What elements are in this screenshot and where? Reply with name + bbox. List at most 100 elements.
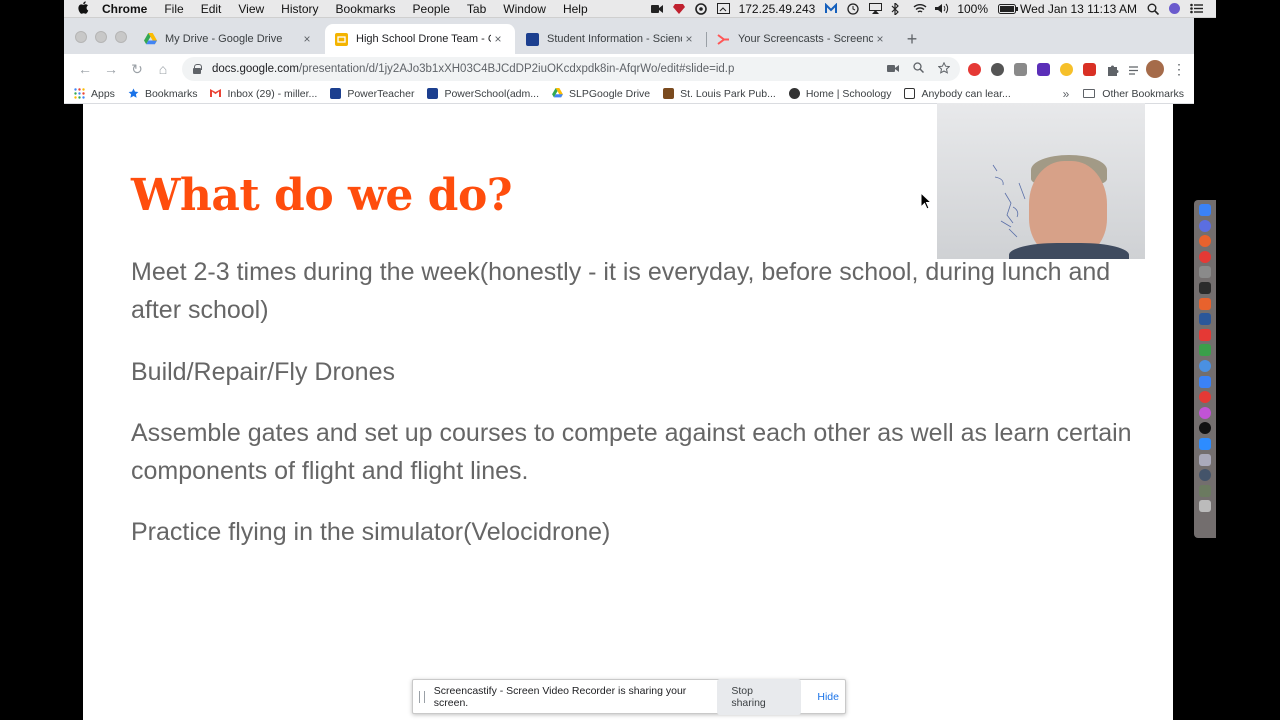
lock-icon[interactable] (192, 64, 202, 74)
chrome-icon[interactable] (1199, 250, 1211, 263)
spotlight-search-icon[interactable] (1147, 3, 1160, 16)
extensions-area (968, 62, 1142, 76)
bluetooth-icon[interactable] (891, 1, 903, 17)
zoom-window-button[interactable] (115, 31, 127, 43)
menu-people[interactable]: People (413, 2, 450, 16)
safari-icon[interactable] (1199, 359, 1211, 372)
app-icon[interactable] (1199, 422, 1211, 435)
bookmark-powerschool[interactable]: PowerSchool(adm... (427, 88, 539, 100)
bookmark-inbox[interactable]: Inbox (29) - miller... (210, 88, 317, 100)
downloads-icon[interactable] (1199, 484, 1211, 497)
lastpass-icon[interactable] (672, 3, 685, 14)
app-store-icon[interactable] (1199, 375, 1211, 388)
tab-your-screencasts[interactable]: Your Screencasts - Screencasti × (706, 24, 897, 54)
drag-handle-icon[interactable] (419, 690, 425, 703)
minecraft-icon[interactable] (1199, 344, 1211, 357)
extension-circle-icon[interactable] (991, 62, 1004, 76)
menu-history[interactable]: History (281, 2, 318, 16)
malwarebytes-icon[interactable] (825, 2, 838, 14)
office-icon[interactable] (1199, 297, 1211, 310)
bookmark-schoology[interactable]: Home | Schoology (788, 88, 891, 100)
screenshot-app-icon[interactable] (1199, 469, 1211, 482)
whiteboard-scribbles (992, 164, 1026, 238)
extensions-puzzle-icon[interactable] (1106, 63, 1119, 76)
profile-avatar[interactable] (1146, 60, 1164, 78)
wifi-icon[interactable] (913, 3, 927, 14)
extension-c-icon[interactable] (1037, 62, 1050, 76)
menu-tab[interactable]: Tab (467, 2, 486, 16)
bookmark-powerteacher[interactable]: PowerTeacher (330, 88, 414, 100)
illustrator-icon[interactable] (1199, 281, 1211, 294)
trash-icon[interactable] (1199, 500, 1211, 513)
extension-media-icon[interactable] (1083, 62, 1096, 76)
notification-center-icon[interactable] (1190, 3, 1203, 14)
video-camera-icon[interactable] (650, 3, 663, 14)
minimize-window-button[interactable] (95, 31, 107, 43)
bookmark-bookmarks[interactable]: Bookmarks (128, 88, 197, 100)
close-tab-icon[interactable]: × (491, 32, 505, 46)
zoom-app-icon[interactable] (1199, 437, 1211, 450)
menubar-status-area: 172.25.49.243 100% Wed Jan 13 11:13 AM (650, 1, 1216, 17)
menu-edit[interactable]: Edit (201, 2, 222, 16)
extension-recording-icon[interactable] (968, 62, 981, 76)
bookmark-star-icon[interactable] (937, 61, 951, 77)
tab-drone-team-slides[interactable]: High School Drone Team - Goo × (325, 24, 515, 54)
bookmark-apps[interactable]: Apps (74, 88, 115, 100)
podcasts-icon[interactable] (1199, 406, 1211, 419)
apple-menu-icon[interactable] (78, 0, 100, 17)
user-account-icon[interactable] (1169, 3, 1180, 14)
bookmark-st-louis-park[interactable]: St. Louis Park Pub... (663, 88, 776, 100)
system-app-icon[interactable] (1199, 266, 1211, 279)
menu-chrome[interactable]: Chrome (102, 2, 147, 16)
zoom-icon[interactable] (913, 61, 925, 77)
close-tab-icon[interactable]: × (300, 32, 314, 46)
close-window-button[interactable] (75, 31, 87, 43)
new-tab-button[interactable]: + (898, 24, 926, 54)
roblox-icon[interactable] (1199, 328, 1211, 341)
home-button[interactable]: ⌂ (150, 61, 176, 77)
extension-smiley-icon[interactable] (1060, 62, 1073, 76)
news-icon[interactable] (1199, 391, 1211, 404)
volume-icon[interactable] (935, 3, 949, 14)
extension-lock-icon[interactable] (1014, 62, 1027, 76)
hide-button[interactable]: Hide (811, 685, 845, 709)
timemachine-icon[interactable] (847, 3, 859, 15)
sync-icon[interactable] (694, 3, 707, 15)
battery-icon[interactable] (998, 3, 1019, 14)
chrome-menu-button[interactable]: ⋮ (1172, 61, 1186, 78)
screenshot-icon[interactable] (716, 3, 730, 14)
bookmark-slp-google-drive[interactable]: SLPGoogle Drive (552, 88, 650, 100)
other-bookmarks[interactable]: Other Bookmarks (1083, 88, 1184, 100)
back-button[interactable]: ← (72, 61, 98, 77)
bookmarks-bar: Apps Bookmarks Inbox (29) - miller... Po… (64, 84, 1194, 104)
tab-student-information[interactable]: Student Information - Science × (516, 24, 706, 54)
forward-button[interactable]: → (98, 61, 124, 77)
menu-help[interactable]: Help (563, 2, 588, 16)
close-tab-icon[interactable]: × (682, 32, 696, 46)
word-icon[interactable] (1199, 313, 1211, 326)
airplay-icon[interactable] (869, 3, 883, 14)
tab-my-drive[interactable]: My Drive - Google Drive × (134, 24, 324, 54)
menu-bookmarks[interactable]: Bookmarks (336, 2, 396, 16)
bookmark-label: Apps (91, 87, 115, 100)
camera-in-use-icon[interactable] (887, 62, 899, 77)
battery-percent: 100% (957, 1, 989, 16)
menu-window[interactable]: Window (503, 2, 546, 16)
tab-title: Student Information - Science (547, 33, 682, 45)
browser-toolbar: ← → ↻ ⌂ docs.google.com /presentation/d/… (64, 54, 1194, 84)
preview-icon[interactable] (1199, 453, 1211, 466)
webcam-overlay[interactable] (937, 103, 1145, 259)
menu-view[interactable]: View (238, 2, 264, 16)
bookmarks-overflow-button[interactable]: » (1063, 87, 1070, 101)
close-tab-icon[interactable]: × (873, 32, 887, 46)
launchpad-icon[interactable] (1199, 219, 1211, 232)
finder-icon[interactable] (1199, 204, 1211, 216)
firefox-icon[interactable] (1199, 235, 1211, 248)
menu-file[interactable]: File (164, 2, 183, 16)
stop-sharing-button[interactable]: Stop sharing (717, 678, 802, 715)
reading-list-icon[interactable] (1129, 63, 1142, 76)
reload-button[interactable]: ↻ (124, 61, 150, 78)
bookmark-anybody-can-learn[interactable]: Anybody can lear... (904, 88, 1011, 100)
menubar-clock[interactable]: Wed Jan 13 11:13 AM (1020, 2, 1137, 16)
address-bar[interactable]: docs.google.com /presentation/d/1jy2AJo3… (182, 57, 960, 81)
